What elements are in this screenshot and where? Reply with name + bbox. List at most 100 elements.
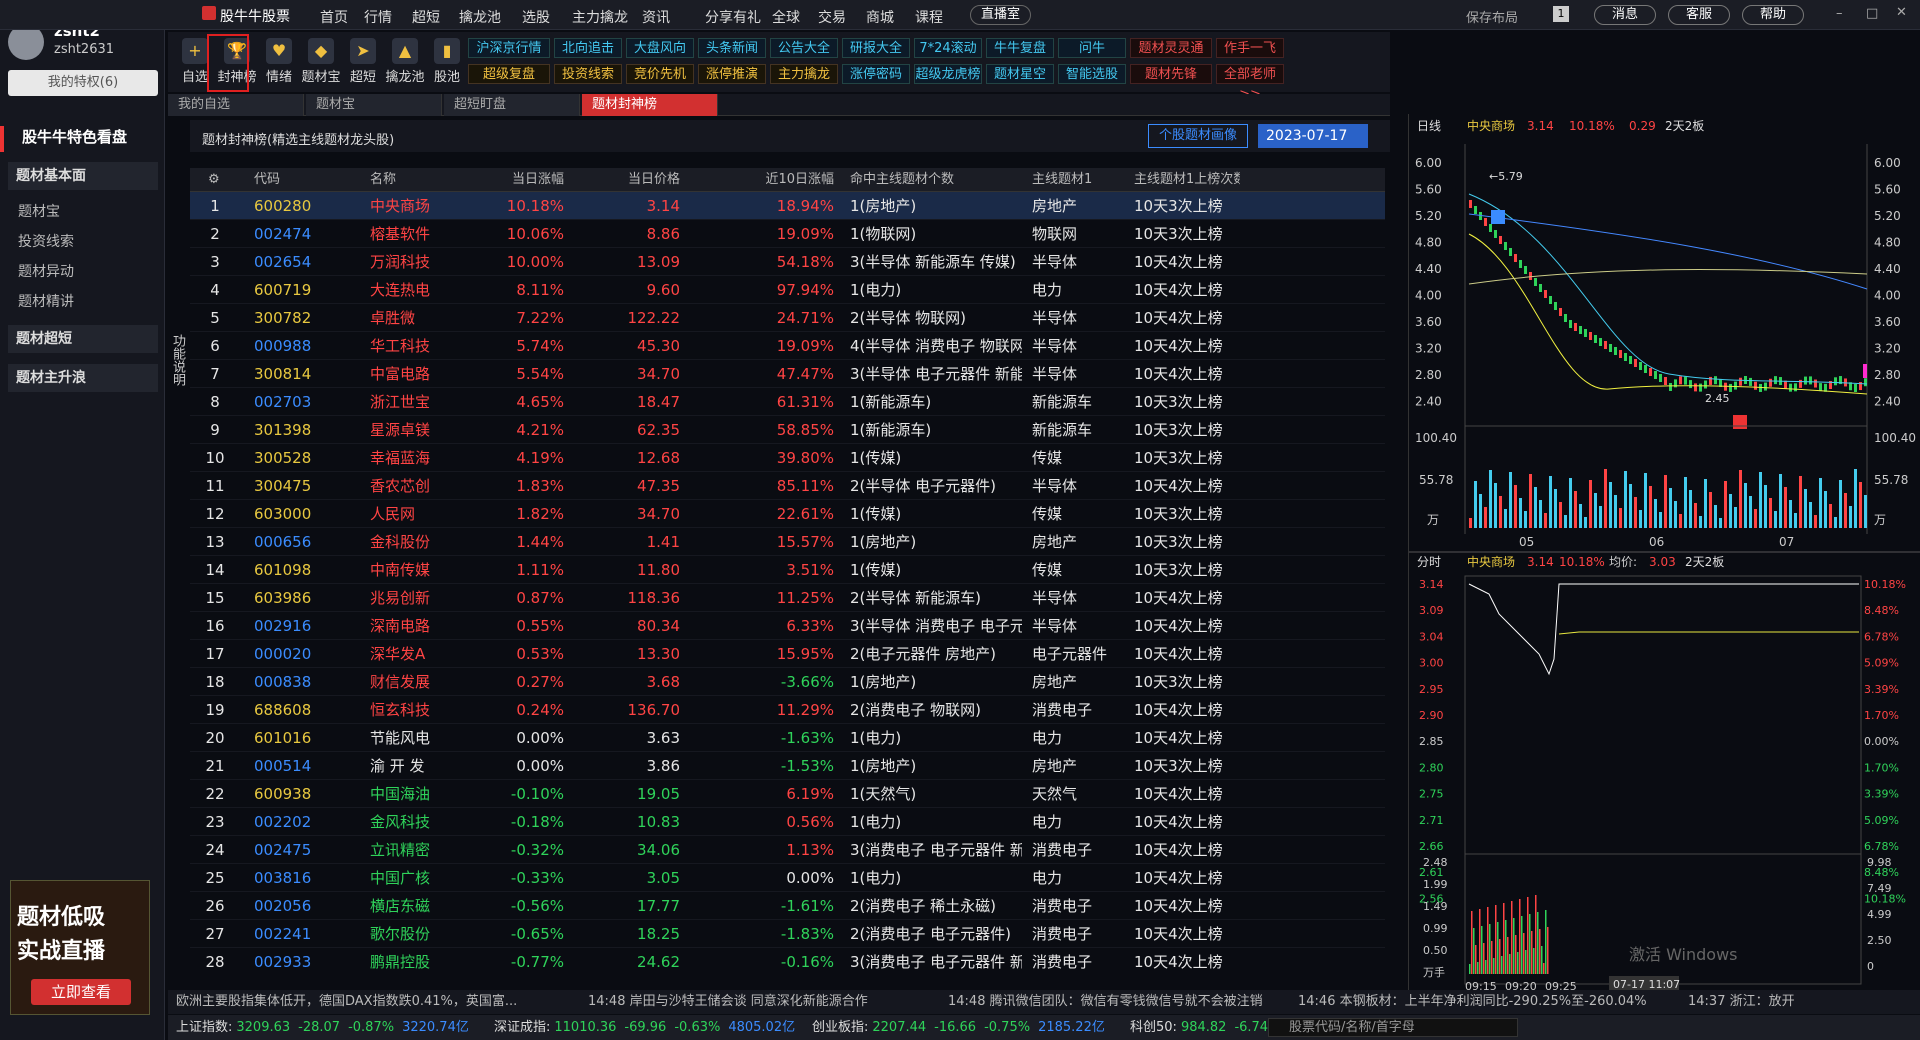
index-item[interactable]: 深证成指: 11010.36 -69.96 -0.63% 4805.02亿 xyxy=(494,1015,795,1040)
table-row[interactable]: 13 000656 金科股份 1.44% 1.41 15.57% 1(房地产) 房地产 10天3… xyxy=(190,528,1385,556)
toolbar-btn-3[interactable]: ◆ 题材宝 xyxy=(298,36,344,88)
promo-banner[interactable]: 题材低吸 实战直播 立即查看 xyxy=(10,880,150,1015)
privilege-button[interactable]: 我的特权(6) xyxy=(8,70,158,96)
quick-link2-5[interactable]: 涨停密码 xyxy=(842,64,910,84)
help-button[interactable]: 帮助 xyxy=(1742,5,1804,25)
news-item[interactable]: 14:37 浙江：放开 xyxy=(1688,990,1795,1014)
kline-period[interactable]: 日线 xyxy=(1417,119,1441,133)
col-header-0[interactable]: 代码 xyxy=(250,168,360,191)
toolbar-btn-2[interactable]: ♥ 情绪 xyxy=(256,36,302,88)
search-input[interactable]: 股票代码/名称/首字母 xyxy=(1268,1018,1518,1037)
nav-11[interactable]: 课程 xyxy=(915,7,943,27)
quick-link-10[interactable]: 作手一飞 xyxy=(1216,38,1284,58)
quick-link2-9[interactable]: 题材先锋 xyxy=(1130,64,1212,84)
col-header-4[interactable]: 近10日涨幅 xyxy=(692,168,838,191)
quick-link-7[interactable]: 牛牛复盘 xyxy=(986,38,1054,58)
date-picker[interactable]: 2023-07-17 xyxy=(1258,124,1368,148)
settings-icon[interactable]: ⚙ xyxy=(208,168,228,191)
sidebar-item-4[interactable]: 题材精讲 xyxy=(18,291,74,311)
quick-link-4[interactable]: 公告大全 xyxy=(770,38,838,58)
index-item[interactable]: 创业板指: 2207.44 -16.66 -0.75% 2185.22亿 xyxy=(812,1015,1105,1040)
minimize-icon[interactable]: – xyxy=(1836,6,1843,21)
quick-link-0[interactable]: 沪深京行情 xyxy=(468,38,550,58)
table-row[interactable]: 6 000988 华工科技 5.74% 45.30 19.09% 4(半导体 消费电子 物联… xyxy=(190,332,1385,360)
intraday-period[interactable]: 分时 xyxy=(1417,555,1441,569)
table-row[interactable]: 9 301398 星源卓镁 4.21% 62.35 58.85% 1(新能源车) 新能源车 10… xyxy=(190,416,1385,444)
function-description[interactable]: 功能说明 xyxy=(168,120,188,600)
quick-link2-7[interactable]: 题材星空 xyxy=(986,64,1054,84)
table-row[interactable]: 15 603986 兆易创新 0.87% 118.36 11.25% 2(半导体 新能源车)… xyxy=(190,584,1385,612)
nav-2[interactable]: 超短 xyxy=(412,7,440,27)
nav-4[interactable]: 选股 xyxy=(522,7,550,27)
tab-0[interactable]: 我的自选 xyxy=(168,94,304,116)
table-row[interactable]: 22 600938 中国海油 -0.10% 19.05 6.19% 1(天然气) 天然气 10天… xyxy=(190,780,1385,808)
quick-link-3[interactable]: 头条新闻 xyxy=(698,38,766,58)
index-item[interactable]: 上证指数: 3209.63 -28.07 -0.87% 3220.74亿 xyxy=(176,1015,469,1040)
table-row[interactable]: 11 300475 香农芯创 1.83% 47.35 85.11% 2(半导体 电子元器件)… xyxy=(190,472,1385,500)
tab-2[interactable]: 超短盯盘 xyxy=(444,94,580,116)
layout-number[interactable]: 1 xyxy=(1553,6,1569,22)
table-row[interactable]: 27 002241 歌尔股份 -0.65% 18.25 -1.83% 2(消费电子 电子元器… xyxy=(190,920,1385,948)
promo-button[interactable]: 立即查看 xyxy=(31,979,131,1005)
sidebar-item-3[interactable]: 题材异动 xyxy=(18,261,74,281)
col-header-2[interactable]: 当日涨幅 xyxy=(490,168,568,191)
col-header-6[interactable]: 主线题材1 xyxy=(1028,168,1120,191)
table-row[interactable]: 25 003816 中国广核 -0.33% 3.05 0.00% 1(电力) 电力 10天4次上… xyxy=(190,864,1385,892)
col-header-1[interactable]: 名称 xyxy=(366,168,486,191)
quick-link-8[interactable]: 问牛 xyxy=(1058,38,1126,58)
quick-link-9[interactable]: 题材灵灵通 xyxy=(1130,38,1212,58)
quick-link-2[interactable]: 大盘风向 xyxy=(626,38,694,58)
quick-link2-3[interactable]: 涨停推演 xyxy=(698,64,766,84)
table-row[interactable]: 23 002202 金风科技 -0.18% 10.83 0.56% 1(电力) 电力 10天4次… xyxy=(190,808,1385,836)
quick-link2-0[interactable]: 超级复盘 xyxy=(468,64,550,84)
table-row[interactable]: 1 600280 中央商场 10.18% 3.14 18.94% 1(房地产) 房地产 10天3… xyxy=(190,192,1385,220)
news-item[interactable]: 欧洲主要股指集体低开，德国DAX指数跌0.41%，英国富... xyxy=(176,990,517,1014)
table-row[interactable]: 8 002703 浙江世宝 4.65% 18.47 61.31% 1(新能源车) 新能源车 10… xyxy=(190,388,1385,416)
quick-link2-10[interactable]: 全部老师>> xyxy=(1216,64,1284,102)
quick-link-1[interactable]: 北向追击 xyxy=(554,38,622,58)
nav-5[interactable]: 主力擒龙 xyxy=(572,7,628,27)
quick-link2-1[interactable]: 投资线索 xyxy=(554,64,622,84)
table-row[interactable]: 5 300782 卓胜微 7.22% 122.22 24.71% 2(半导体 物联网) 半导体… xyxy=(190,304,1385,332)
message-button[interactable]: 消息 xyxy=(1594,5,1656,25)
news-item[interactable]: 14:48 腾讯微信团队：微信有零钱微信号就不会被注销 xyxy=(948,990,1263,1014)
maximize-icon[interactable]: □ xyxy=(1866,6,1878,21)
toolbar-btn-5[interactable]: ▲ 擒龙池 xyxy=(382,36,428,88)
live-room-button[interactable]: 直播室 xyxy=(970,5,1032,25)
col-header-3[interactable]: 当日价格 xyxy=(574,168,684,191)
nav-6[interactable]: 资讯 xyxy=(642,7,670,27)
table-row[interactable]: 17 000020 深华发A 0.53% 13.30 15.95% 2(电子元器件 房地产)… xyxy=(190,640,1385,668)
table-row[interactable]: 26 002056 横店东磁 -0.56% 17.77 -1.61% 2(消费电子 稀土永磁… xyxy=(190,892,1385,920)
table-row[interactable]: 19 688608 恒玄科技 0.24% 136.70 11.29% 2(消费电子 物联网)… xyxy=(190,696,1385,724)
table-row[interactable]: 21 000514 渝 开 发 0.00% 3.86 -1.53% 1(房地产) 房地产 10天… xyxy=(190,752,1385,780)
quick-link2-6[interactable]: 超级龙虎榜 xyxy=(914,64,982,84)
nav-0[interactable]: 首页 xyxy=(320,7,348,27)
table-row[interactable]: 12 603000 人民网 1.82% 34.70 22.61% 1(传媒) 传媒 10天3次上… xyxy=(190,500,1385,528)
table-row[interactable]: 7 300814 中富电路 5.54% 34.70 47.47% 3(半导体 电子元器件 新… xyxy=(190,360,1385,388)
nav-9[interactable]: 交易 xyxy=(818,7,846,27)
tab-3[interactable]: 题材封神榜 xyxy=(582,94,718,116)
table-row[interactable]: 14 601098 中南传媒 1.11% 11.80 3.51% 1(传媒) 传媒 10天3次上… xyxy=(190,556,1385,584)
table-row[interactable]: 3 002654 万润科技 10.00% 13.09 54.18% 3(半导体 新能源车 传… xyxy=(190,248,1385,276)
sidebar-item-1[interactable]: 题材宝 xyxy=(18,201,60,221)
table-row[interactable]: 20 601016 节能风电 0.00% 3.63 -1.63% 1(电力) 电力 10天4次上… xyxy=(190,724,1385,752)
quick-link2-8[interactable]: 智能选股 xyxy=(1058,64,1126,84)
nav-8[interactable]: 全球 xyxy=(772,7,800,27)
portrait-button[interactable]: 个股题材画像 xyxy=(1148,124,1248,148)
table-row[interactable]: 2 002474 榕基软件 10.06% 8.86 19.09% 1(物联网) 物联网 10天3… xyxy=(190,220,1385,248)
quick-link-5[interactable]: 研报大全 xyxy=(842,38,910,58)
toolbar-btn-6[interactable]: ▮ 股池 xyxy=(424,36,470,88)
sidebar-item-2[interactable]: 投资线索 xyxy=(18,231,74,251)
table-row[interactable]: 10 300528 幸福蓝海 4.19% 12.68 39.80% 1(传媒) 传媒 10天3次… xyxy=(190,444,1385,472)
col-header-7[interactable]: 主线题材1上榜次数 xyxy=(1130,168,1240,191)
news-item[interactable]: 14:48 岸田与沙特王储会谈 同意深化新能源合作 xyxy=(588,990,868,1014)
nav-10[interactable]: 商城 xyxy=(866,7,894,27)
table-row[interactable]: 28 002933 鹏鼎控股 -0.77% 24.62 -0.16% 3(消费电子 电子元器… xyxy=(190,948,1385,974)
table-row[interactable]: 4 600719 大连热电 8.11% 9.60 97.94% 1(电力) 电力 10天4次上榜 xyxy=(190,276,1385,304)
sidebar-section-wave[interactable]: 题材主升浪 xyxy=(8,364,158,392)
table-row[interactable]: 16 002916 深南电路 0.55% 80.34 6.33% 3(半导体 消费电子 电子… xyxy=(190,612,1385,640)
close-icon[interactable]: ✕ xyxy=(1896,5,1907,20)
tab-1[interactable]: 题材宝 xyxy=(306,94,442,116)
nav-3[interactable]: 擒龙池 xyxy=(459,7,501,27)
news-item[interactable]: 14:46 本钢板材：上半年净利润同比-290.25%至-260.04% xyxy=(1298,990,1647,1014)
